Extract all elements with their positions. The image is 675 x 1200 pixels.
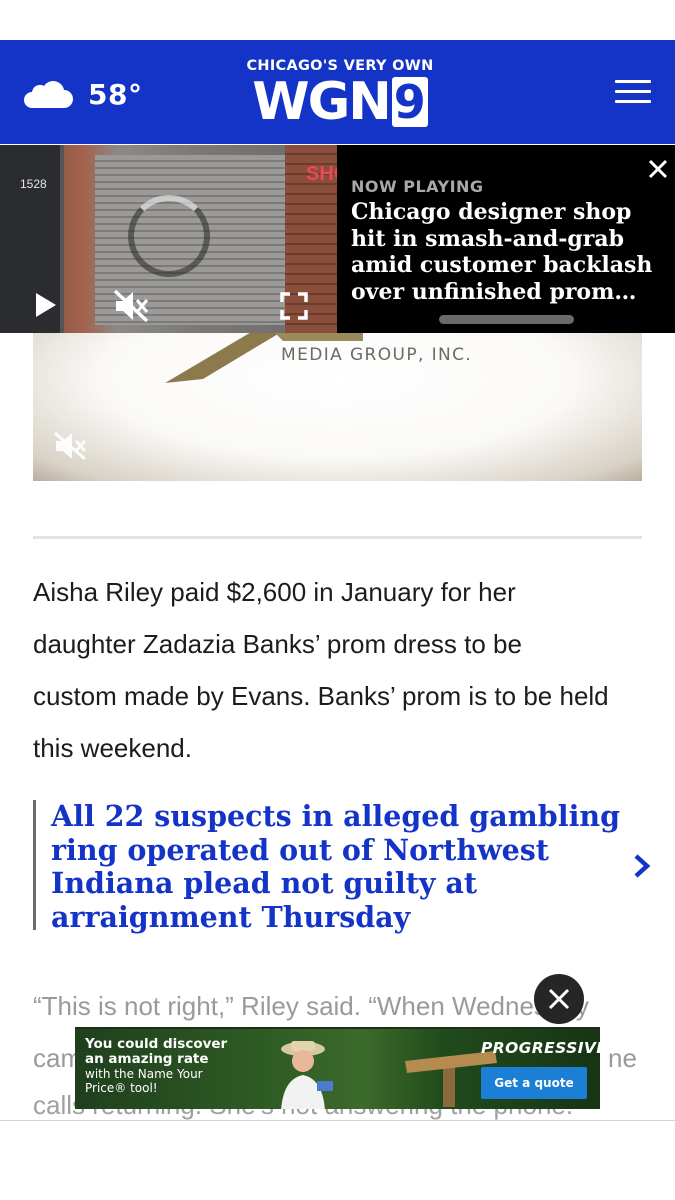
close-ad-button[interactable] <box>534 974 584 1024</box>
ad-brand-logo: PROGRESSIVE <box>481 1039 600 1057</box>
cloud-icon <box>24 80 73 108</box>
paragraph-line: Aisha Riley paid $2,600 in January for h… <box>33 577 516 607</box>
ad-headline: You could discover <box>85 1036 228 1052</box>
related-title-line: ring operated out of Northwest <box>51 832 549 867</box>
now-playing-title-line: over unfinished prom… <box>351 278 637 305</box>
loading-spinner-icon <box>128 195 210 277</box>
weather-widget[interactable]: 58° <box>20 78 142 111</box>
mute-icon[interactable] <box>112 289 150 323</box>
paragraph-line-fragment: ne <box>608 1043 637 1073</box>
thumb-shop-sign: SHO <box>306 163 337 185</box>
wgn-logo[interactable]: CHICAGO'S VERY OWN WGN 9 <box>240 58 440 128</box>
paragraph-line: custom made by Evans. Banks’ prom is to … <box>33 681 609 711</box>
close-player-icon[interactable] <box>646 157 670 181</box>
now-playing-title-line: amid customer backlash <box>351 252 653 278</box>
now-playing-title[interactable]: Chicago designer shop hit in smash-and-g… <box>351 199 656 305</box>
logo-wordmark: WGN <box>252 72 392 132</box>
viewport-bottom-divider <box>0 1120 675 1121</box>
chevron-right-icon[interactable] <box>632 853 652 879</box>
article-paragraph: Aisha Riley paid $2,600 in January for h… <box>33 566 653 774</box>
article-embedded-media[interactable]: MEDIA GROUP, INC. <box>33 333 642 481</box>
related-title-line: All 22 suspects in alleged gambling <box>51 799 621 833</box>
floating-video-player: 1528 SHO NOW PLAYING Chicago designer sh… <box>0 145 675 333</box>
related-title-line: Indiana plead not guilty at <box>51 866 477 900</box>
now-playing-title-line: hit in smash-and-grab <box>351 225 624 252</box>
thumb-door-number: 1528 <box>20 177 47 191</box>
paragraph-line: daughter Zadazia Banks’ prom dress to be <box>33 629 522 659</box>
content-divider <box>33 536 642 539</box>
player-scrub-handle[interactable] <box>439 315 574 324</box>
media-caption: MEDIA GROUP, INC. <box>281 345 473 365</box>
related-article-title: All 22 suspects in alleged gambling ring… <box>51 799 653 934</box>
sticky-ad-banner[interactable]: You could discover an amazing rate with … <box>75 1027 600 1109</box>
paragraph-line: this weekend. <box>33 733 192 763</box>
muted-speaker-icon[interactable] <box>53 431 87 461</box>
ad-subtext: with the Name Your <box>85 1067 203 1081</box>
now-playing-title-line: Chicago designer shop <box>351 199 632 225</box>
related-article-link[interactable]: All 22 suspects in alleged gambling ring… <box>33 799 653 933</box>
related-title-line: arraignment Thursday <box>51 899 411 934</box>
video-thumbnail[interactable]: 1528 SHO <box>0 145 337 333</box>
weather-temperature: 58° <box>88 78 143 111</box>
ad-copy: You could discover an amazing rate with … <box>85 1036 228 1096</box>
ad-spokesperson-image <box>281 1041 333 1109</box>
ad-subtext: Price® tool! <box>85 1081 158 1095</box>
play-icon[interactable] <box>34 291 58 319</box>
hamburger-menu-icon[interactable] <box>615 80 651 106</box>
close-icon <box>548 988 570 1010</box>
now-playing-label: NOW PLAYING <box>351 177 484 196</box>
site-header: 58° CHICAGO'S VERY OWN WGN 9 <box>0 40 675 144</box>
logo-channel-number: 9 <box>391 75 428 129</box>
ad-get-quote-button[interactable]: Get a quote <box>481 1067 587 1099</box>
ad-headline: an amazing rate <box>85 1051 209 1067</box>
fullscreen-icon[interactable] <box>280 292 308 320</box>
